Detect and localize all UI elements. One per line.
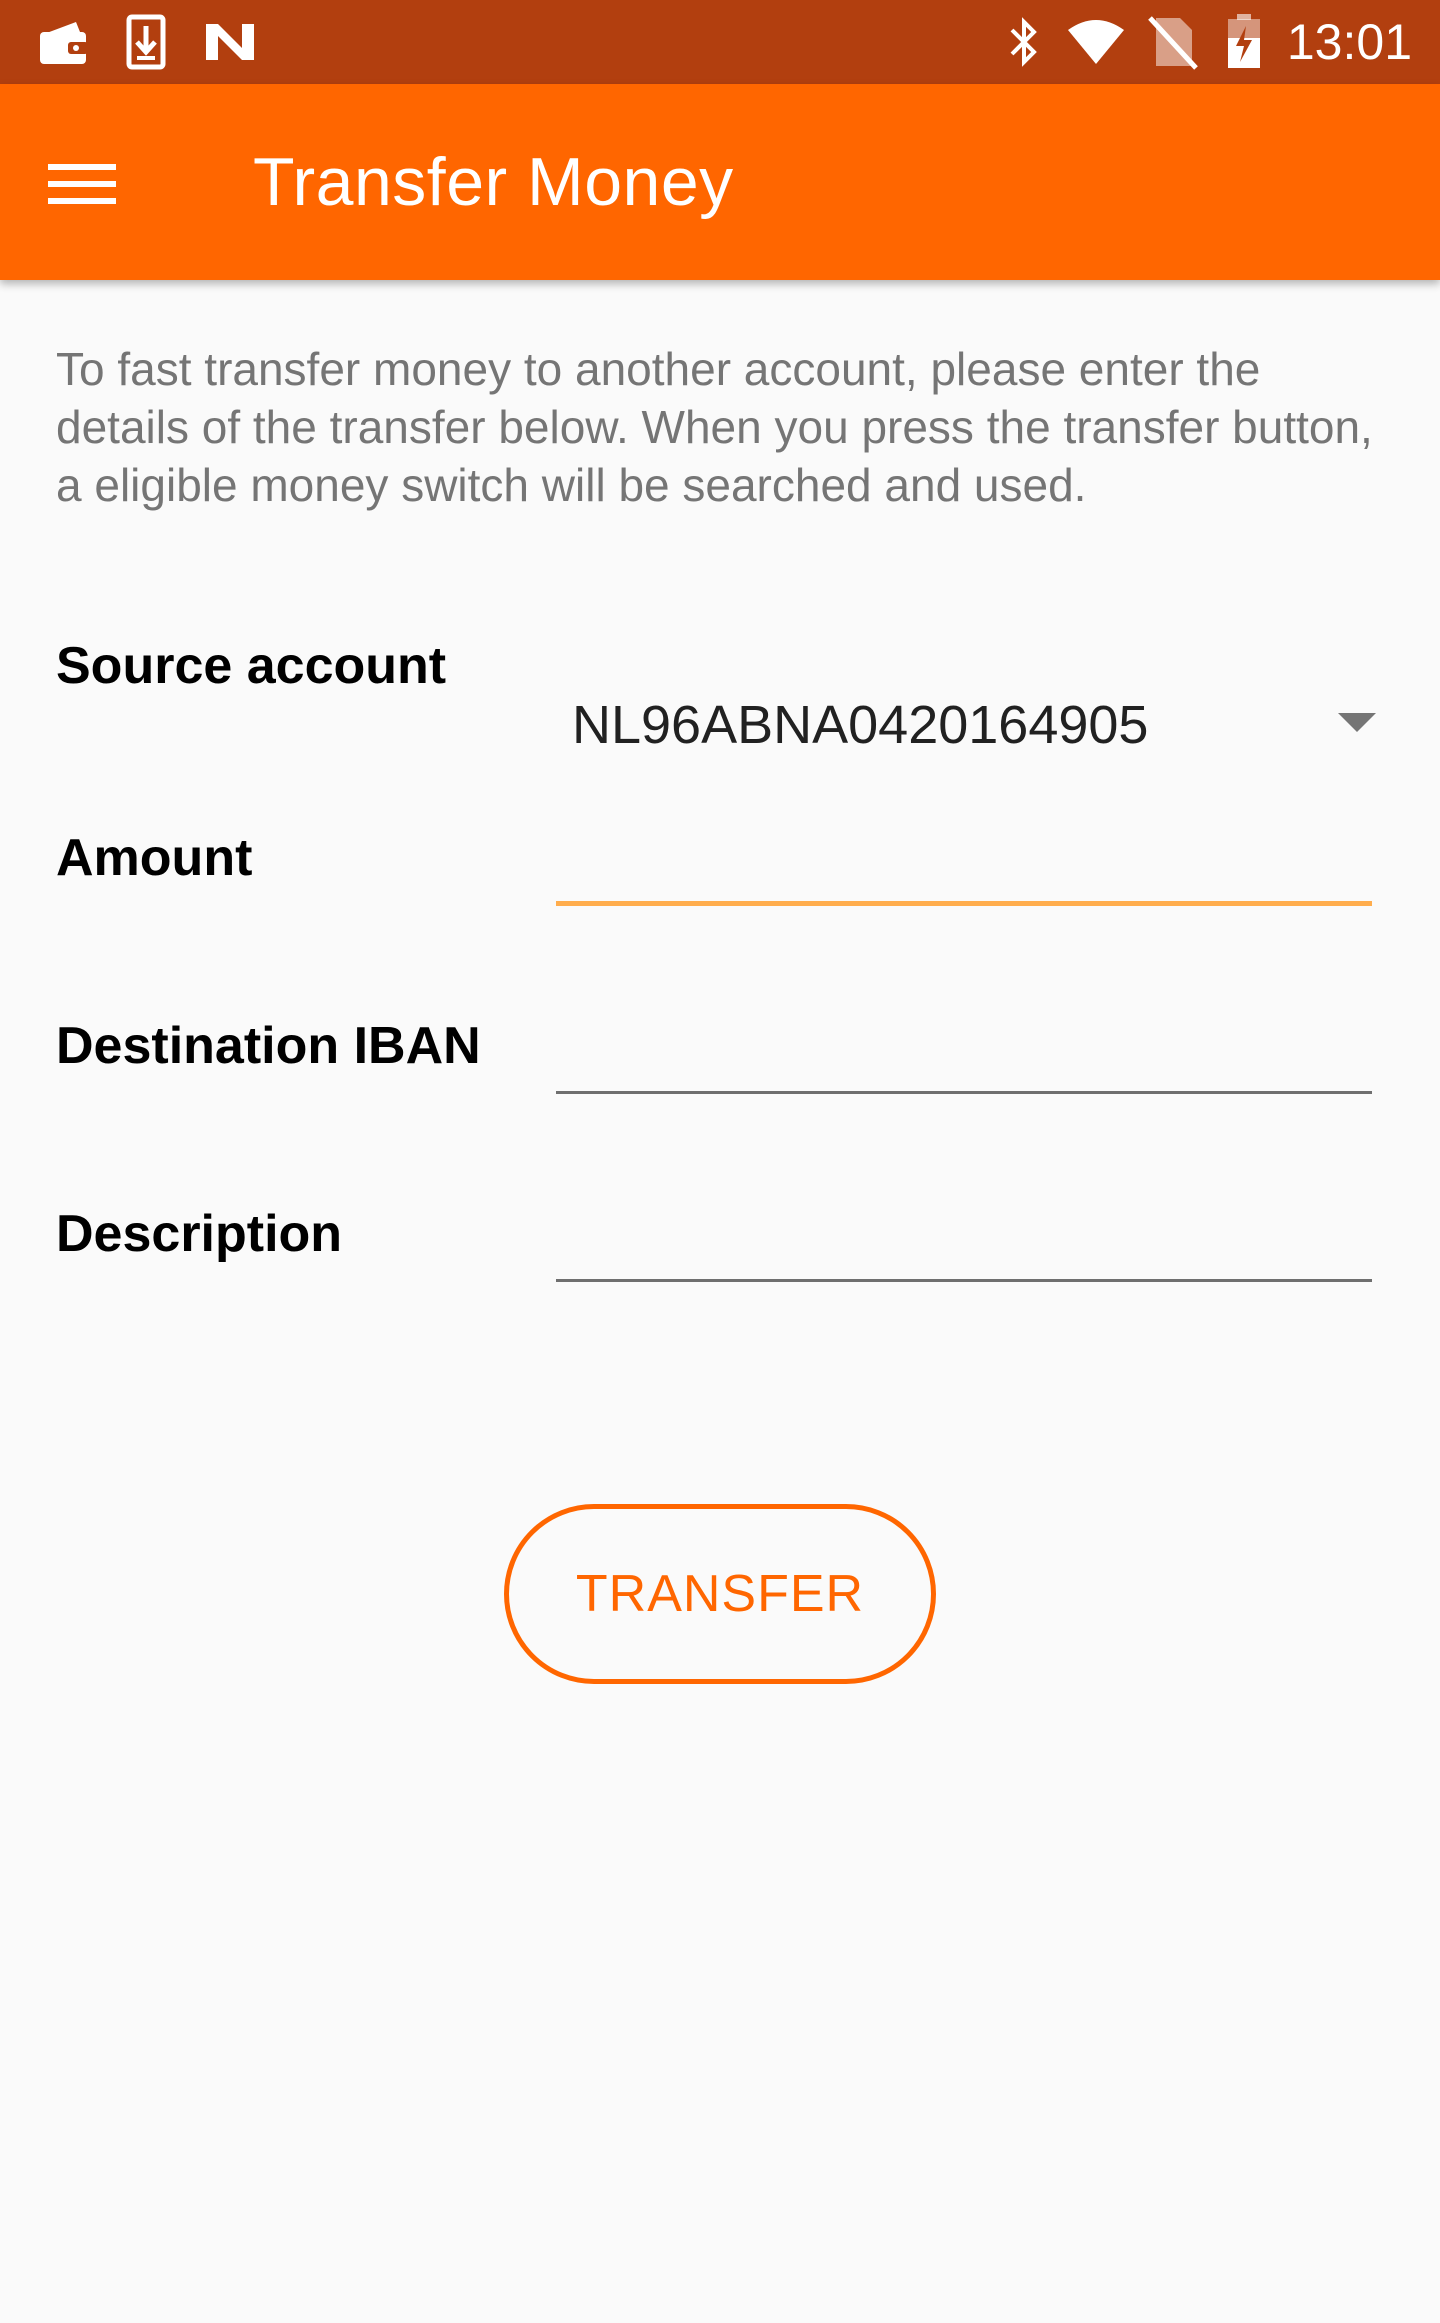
intro-text: To fast transfer money to another accoun… [56,343,1373,511]
amount-input[interactable] [556,826,1372,906]
bluetooth-icon [1004,14,1044,70]
wifi-icon [1066,14,1126,70]
source-account-dropdown[interactable]: NL96ABNA0420164905 [556,675,1386,775]
app-bar: Transfer Money [0,84,1440,280]
amount-label: Amount [56,829,253,887]
destination-iban-label: Destination IBAN [56,1017,481,1075]
dropdown-arrow-icon [1338,713,1376,738]
transfer-button-label: TRANSFER [575,1565,865,1623]
status-time: 13:01 [1286,14,1412,70]
nfc-n-icon [202,14,258,70]
description-input[interactable] [556,1202,1372,1282]
destination-iban-input[interactable] [556,1014,1372,1094]
no-sim-icon [1148,14,1198,70]
source-account-label: Source account [56,637,447,695]
battery-charging-icon [1226,14,1262,70]
status-bar: 13:01 [0,0,1440,84]
page-title: Transfer Money [253,144,734,220]
wallet-icon [36,14,92,70]
download-icon [126,14,166,70]
source-account-value: NL96ABNA0420164905 [572,695,1149,755]
hamburger-menu-icon[interactable] [48,144,148,224]
transfer-button[interactable]: TRANSFER [504,1504,936,1684]
description-label: Description [56,1205,343,1263]
